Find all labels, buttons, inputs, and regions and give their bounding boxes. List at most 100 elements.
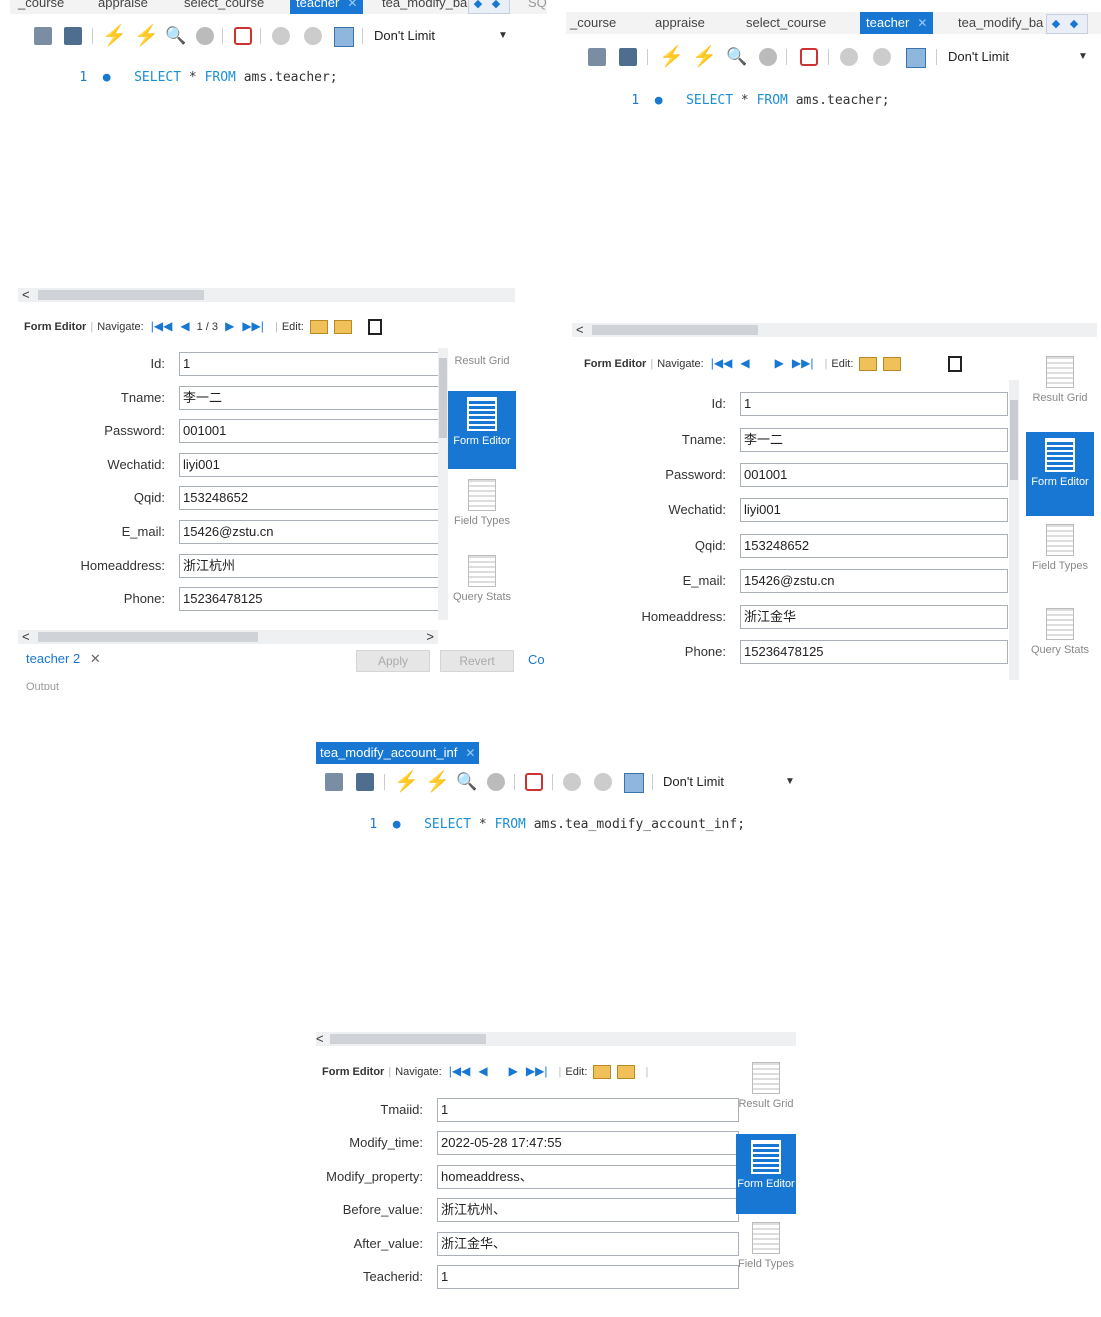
tab-tea-modify[interactable]: tea_modify_ba: [382, 0, 467, 14]
field-input[interactable]: 15426@zstu.cn: [740, 569, 1008, 593]
field-input[interactable]: 1: [740, 392, 1008, 416]
tab-select-course[interactable]: select_course: [746, 12, 826, 34]
arrow-right-icon[interactable]: ◆: [1065, 15, 1083, 33]
tab-appraise[interactable]: appraise: [655, 12, 705, 34]
rollback-icon[interactable]: [304, 27, 322, 45]
close-icon[interactable]: ✕: [917, 16, 927, 30]
rollback-icon[interactable]: [594, 773, 612, 791]
chevron-down-icon[interactable]: ▼: [1078, 47, 1088, 67]
commit-icon[interactable]: [563, 773, 581, 791]
toggle-error-icon[interactable]: [234, 27, 252, 45]
edit-row-icon[interactable]: [593, 1065, 612, 1080]
query-stats-button[interactable]: Query Stats: [448, 551, 516, 621]
tab-scroll-arrows[interactable]: ◆ ◆: [468, 0, 510, 14]
scroll-left-icon[interactable]: <: [22, 287, 30, 302]
scroll-thumb[interactable]: [1010, 400, 1018, 480]
arrow-right-icon[interactable]: ◆: [487, 0, 505, 13]
execute-icon[interactable]: ⚡: [659, 47, 684, 67]
toggle-error-icon[interactable]: [525, 773, 543, 791]
tab-teacher[interactable]: teacher ✕: [290, 0, 364, 14]
explain-icon[interactable]: 🔍: [456, 773, 477, 791]
prev-record-icon[interactable]: ◀: [180, 315, 189, 337]
limit-select[interactable]: Don't Limit: [948, 47, 1009, 67]
first-record-icon[interactable]: |◀◀: [711, 352, 733, 374]
autocommit-toggle-icon[interactable]: [624, 773, 644, 793]
execute-icon[interactable]: ⚡: [102, 26, 127, 46]
field-input[interactable]: 001001: [740, 463, 1008, 487]
form-hscroll[interactable]: < >: [18, 629, 438, 644]
field-input[interactable]: 浙江金华、: [437, 1232, 739, 1256]
execute-current-icon[interactable]: ⚡: [692, 47, 717, 67]
last-record-icon[interactable]: ▶▶|: [792, 352, 814, 374]
arrow-left-icon[interactable]: ◆: [1047, 15, 1065, 33]
edit-row-icon[interactable]: [859, 357, 878, 372]
tab-teacher[interactable]: teacher ✕: [860, 12, 934, 34]
form-editor-button[interactable]: Form Editor: [1026, 432, 1094, 516]
open-folder-icon[interactable]: [588, 48, 606, 66]
insert-row-icon[interactable]: [333, 320, 352, 335]
field-input[interactable]: 001001: [179, 419, 441, 443]
form-vscroll[interactable]: [438, 348, 448, 620]
field-input[interactable]: 1: [437, 1098, 739, 1122]
result-grid-button[interactable]: Result Grid: [736, 1058, 796, 1130]
stop-query-icon[interactable]: [196, 27, 214, 45]
form-editor-button[interactable]: Form Editor: [736, 1134, 796, 1214]
sql-editor-line[interactable]: 1 ● SELECT * FROM ams.teacher;: [600, 78, 889, 123]
field-input[interactable]: 浙江杭州: [179, 554, 441, 578]
scroll-thumb[interactable]: [38, 632, 258, 642]
next-record-icon[interactable]: ▶: [775, 352, 784, 374]
field-input[interactable]: 15426@zstu.cn: [179, 520, 441, 544]
toggle-panel-icon[interactable]: [947, 356, 962, 373]
scroll-thumb[interactable]: [38, 290, 204, 300]
save-icon[interactable]: [619, 48, 637, 66]
commit-icon[interactable]: [272, 27, 290, 45]
chevron-down-icon[interactable]: ▼: [785, 772, 795, 792]
field-types-button[interactable]: Field Types: [448, 475, 516, 545]
limit-select[interactable]: Don't Limit: [663, 772, 724, 792]
open-folder-icon[interactable]: [325, 773, 343, 791]
arrow-left-icon[interactable]: ◆: [469, 0, 487, 13]
field-types-button[interactable]: Field Types: [1026, 520, 1094, 596]
editor-hscroll[interactable]: <: [316, 1031, 796, 1046]
scroll-thumb[interactable]: [330, 1034, 486, 1044]
field-input[interactable]: 1: [179, 352, 441, 376]
save-icon[interactable]: [356, 773, 374, 791]
last-record-icon[interactable]: ▶▶|: [526, 1060, 548, 1082]
revert-button[interactable]: Revert: [440, 650, 514, 672]
field-input[interactable]: liyi001: [179, 453, 441, 477]
field-input[interactable]: 15236478125: [179, 587, 441, 611]
first-record-icon[interactable]: |◀◀: [449, 1060, 471, 1082]
scroll-right-icon[interactable]: >: [426, 629, 434, 644]
close-icon[interactable]: ✕: [465, 746, 475, 760]
editor-hscroll[interactable]: <: [572, 322, 1097, 337]
close-icon[interactable]: ✕: [90, 651, 101, 666]
insert-row-icon[interactable]: [883, 357, 902, 372]
first-record-icon[interactable]: |◀◀: [151, 315, 173, 337]
result-grid-button[interactable]: Result Grid: [1026, 352, 1094, 428]
sql-editor-line[interactable]: 1 ● SELECT * FROM ams.teacher;: [48, 55, 337, 100]
field-input[interactable]: 153248652: [740, 534, 1008, 558]
explain-icon[interactable]: 🔍: [165, 27, 186, 45]
save-icon[interactable]: [64, 27, 82, 45]
tab-course[interactable]: _course: [570, 12, 616, 34]
stop-query-icon[interactable]: [487, 773, 505, 791]
prev-record-icon[interactable]: ◀: [740, 352, 749, 374]
commit-icon[interactable]: [840, 48, 858, 66]
field-input[interactable]: 2022-05-28 17:47:55: [437, 1131, 739, 1155]
scroll-left-icon[interactable]: <: [576, 322, 584, 337]
next-record-icon[interactable]: ▶: [509, 1060, 518, 1082]
form-vscroll[interactable]: [1009, 380, 1019, 680]
field-input[interactable]: 1: [437, 1265, 739, 1289]
insert-row-icon[interactable]: [617, 1065, 636, 1080]
editor-hscroll[interactable]: <: [18, 287, 515, 302]
field-input[interactable]: homeaddress、: [437, 1165, 739, 1189]
open-folder-icon[interactable]: [34, 27, 52, 45]
edit-row-icon[interactable]: [309, 320, 328, 335]
toggle-error-icon[interactable]: [800, 48, 818, 66]
autocommit-toggle-icon[interactable]: [334, 27, 354, 47]
close-icon[interactable]: ✕: [347, 0, 357, 10]
field-input[interactable]: 浙江杭州、: [437, 1198, 739, 1222]
limit-select[interactable]: Don't Limit: [374, 26, 435, 46]
tab-appraise[interactable]: appraise: [98, 0, 148, 14]
explain-icon[interactable]: 🔍: [726, 48, 747, 66]
